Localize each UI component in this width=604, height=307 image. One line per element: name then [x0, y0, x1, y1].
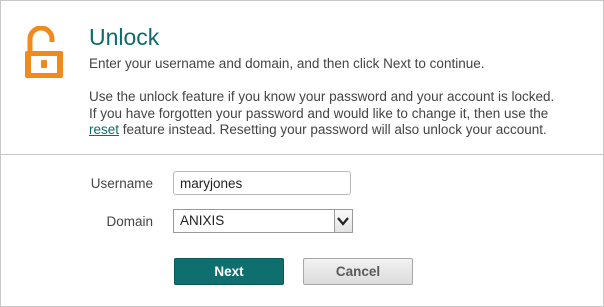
unlock-dialog: Unlock Enter your username and domain, a…: [0, 0, 604, 307]
description-text: Use the unlock feature if you know your …: [89, 89, 554, 139]
username-label: Username: [90, 176, 153, 191]
domain-selected-value: ANIXIS: [180, 213, 225, 228]
next-button[interactable]: Next: [174, 258, 284, 285]
domain-label: Domain: [106, 214, 153, 229]
reset-link[interactable]: reset: [89, 122, 119, 137]
unlocked-padlock-icon: [23, 25, 65, 80]
description-line-3-text: feature instead. Resetting your password…: [119, 122, 547, 137]
chevron-down-icon[interactable]: [334, 210, 352, 232]
description-line-3: reset feature instead. Resetting your pa…: [89, 122, 554, 139]
cancel-button[interactable]: Cancel: [303, 258, 413, 285]
username-input[interactable]: [173, 171, 351, 195]
domain-select[interactable]: ANIXIS: [173, 209, 353, 233]
description-line-2: If you have forgotten your password and …: [89, 105, 549, 121]
page-title: Unlock: [89, 24, 160, 50]
description-line-1: Use the unlock feature if you know your …: [89, 89, 555, 104]
instructions-text: Enter your username and domain, and then…: [89, 56, 485, 71]
section-divider: [1, 154, 603, 155]
